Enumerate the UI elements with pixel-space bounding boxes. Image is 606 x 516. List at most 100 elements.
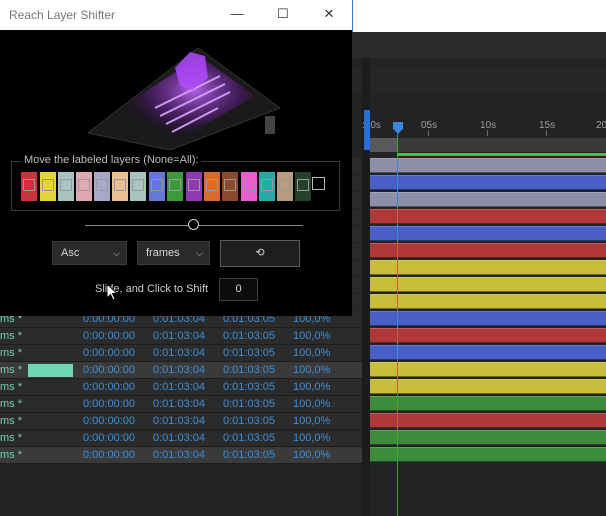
layer-duration-bar[interactable] [370, 294, 606, 309]
work-area-bar[interactable] [370, 138, 606, 152]
label-checkbox[interactable] [114, 179, 126, 191]
layer-duration-bar[interactable] [370, 345, 606, 360]
label-none-checkbox[interactable] [312, 177, 325, 190]
label-checkbox[interactable] [60, 179, 72, 191]
label-swatch-9[interactable] [167, 172, 183, 201]
layer-row[interactable]: ms * 0:00:00:00 0:01:03:04 0:01:03:05 100,0% [0, 396, 362, 413]
label-checkbox[interactable] [206, 179, 218, 191]
layer-stretch[interactable]: 100,0% [293, 447, 330, 464]
label-checkbox[interactable] [188, 179, 200, 191]
layer-duration[interactable]: 0:01:03:05 [223, 328, 275, 345]
label-checkbox[interactable] [279, 179, 291, 191]
layer-duration-bar[interactable] [370, 260, 606, 275]
work-area-start[interactable] [370, 138, 398, 152]
layer-name[interactable]: ms * [0, 379, 22, 396]
layer-row[interactable]: ms * 0:00:00:00 0:01:03:04 0:01:03:05 100,0% [0, 447, 362, 464]
layer-row[interactable]: ms * 0:00:00:00 0:01:03:04 0:01:03:05 100,0% [0, 413, 362, 430]
layer-stretch[interactable]: 100,0% [293, 362, 330, 379]
layer-row[interactable]: ms * 0:00:00:00 0:01:03:04 0:01:03:05 100,0% [0, 328, 362, 345]
layer-in-point[interactable]: 0:00:00:00 [83, 413, 135, 430]
layer-duration-bar[interactable] [370, 447, 606, 462]
layer-in-point[interactable]: 0:00:00:00 [83, 362, 135, 379]
layer-row[interactable]: ms * 0:00:00:00 0:01:03:04 0:01:03:05 100,0% [0, 379, 362, 396]
shift-slider-thumb[interactable] [188, 219, 199, 230]
layer-in-point[interactable]: 0:00:00:00 [83, 328, 135, 345]
layer-out-point[interactable]: 0:01:03:04 [153, 447, 205, 464]
layer-name[interactable]: ms * [0, 328, 22, 345]
label-swatch-16[interactable] [295, 172, 311, 201]
layer-duration-bar[interactable] [370, 158, 606, 173]
maximize-button[interactable]: ☐ [274, 6, 292, 22]
layer-stretch[interactable]: 100,0% [293, 379, 330, 396]
layer-name[interactable]: ms * [0, 430, 22, 447]
layer-duration[interactable]: 0:01:03:05 [223, 413, 275, 430]
layer-duration-bar[interactable] [370, 362, 606, 377]
shift-amount-field[interactable]: 0 [219, 278, 258, 301]
layer-stretch[interactable]: 100,0% [293, 328, 330, 345]
label-checkbox[interactable] [169, 179, 181, 191]
layer-row[interactable]: ms * 0:00:00:00 0:01:03:04 0:01:03:05 100,0% [0, 345, 362, 362]
layer-duration-bar[interactable] [370, 413, 606, 428]
refresh-button[interactable]: ⟲ [220, 240, 300, 267]
layer-in-point[interactable]: 0:00:00:00 [83, 396, 135, 413]
layer-duration-bar[interactable] [370, 209, 606, 224]
layer-duration-bar[interactable] [370, 243, 606, 258]
label-checkbox[interactable] [224, 179, 236, 191]
layer-duration[interactable]: 0:01:03:05 [223, 362, 275, 379]
layer-name[interactable]: ms * [0, 345, 22, 362]
layer-duration-bar[interactable] [370, 379, 606, 394]
title-bar[interactable]: Reach Layer Shifter — ☐ ✕ [0, 0, 352, 30]
layer-out-point[interactable]: 0:01:03:04 [153, 362, 205, 379]
work-area-marker[interactable] [364, 110, 370, 150]
label-swatch-11[interactable] [204, 172, 220, 201]
label-swatch-8[interactable] [149, 172, 165, 201]
layer-duration-bar[interactable] [370, 175, 606, 190]
label-checkbox[interactable] [23, 179, 35, 191]
layer-duration-bar[interactable] [370, 192, 606, 207]
layer-duration[interactable]: 0:01:03:05 [223, 430, 275, 447]
layer-duration-bar[interactable] [370, 328, 606, 343]
label-checkbox[interactable] [132, 179, 144, 191]
label-checkbox[interactable] [78, 179, 90, 191]
layer-out-point[interactable]: 0:01:03:04 [153, 396, 205, 413]
layer-name[interactable]: ms * [0, 396, 22, 413]
layer-duration-bar[interactable] [370, 396, 606, 411]
playhead-line[interactable] [397, 134, 398, 516]
layer-duration[interactable]: 0:01:03:05 [223, 447, 275, 464]
label-swatch-14[interactable] [259, 172, 275, 201]
label-swatch-10[interactable] [186, 172, 202, 201]
layer-out-point[interactable]: 0:01:03:04 [153, 328, 205, 345]
layer-row[interactable]: ms * 0:00:00:00 0:01:03:04 0:01:03:05 100,0% [0, 430, 362, 447]
layer-name[interactable]: ms * [0, 413, 22, 430]
layer-stretch[interactable]: 100,0% [293, 413, 330, 430]
layer-row[interactable]: ms * 0:00:00:00 0:01:03:04 0:01:03:05 100,0% [0, 362, 362, 379]
label-swatch-2[interactable] [40, 172, 56, 201]
layer-in-point[interactable]: 0:00:00:00 [83, 379, 135, 396]
layer-in-point[interactable]: 0:00:00:00 [83, 430, 135, 447]
layer-duration[interactable]: 0:01:03:05 [223, 396, 275, 413]
label-swatch-15[interactable] [277, 172, 293, 201]
layer-out-point[interactable]: 0:01:03:04 [153, 430, 205, 447]
label-swatch-3[interactable] [58, 172, 74, 201]
close-button[interactable]: ✕ [320, 6, 338, 22]
layer-stretch[interactable]: 100,0% [293, 396, 330, 413]
label-swatch-5[interactable] [94, 172, 110, 201]
layer-duration-bar[interactable] [370, 277, 606, 292]
order-dropdown[interactable]: Asc ⌵ [52, 241, 127, 265]
label-checkbox[interactable] [261, 179, 273, 191]
layer-name[interactable]: ms * [0, 362, 22, 379]
layer-name[interactable]: ms * [0, 447, 22, 464]
label-checkbox[interactable] [96, 179, 108, 191]
minimize-button[interactable]: — [228, 6, 246, 22]
layer-out-point[interactable]: 0:01:03:04 [153, 345, 205, 362]
label-swatch-7[interactable] [130, 172, 146, 201]
layer-stretch[interactable]: 100,0% [293, 345, 330, 362]
layer-duration[interactable]: 0:01:03:05 [223, 379, 275, 396]
layer-out-point[interactable]: 0:01:03:04 [153, 413, 205, 430]
layer-duration-bar[interactable] [370, 311, 606, 326]
label-checkbox[interactable] [151, 179, 163, 191]
layer-duration[interactable]: 0:01:03:05 [223, 345, 275, 362]
layer-in-point[interactable]: 0:00:00:00 [83, 447, 135, 464]
label-swatch-12[interactable] [222, 172, 238, 201]
layer-out-point[interactable]: 0:01:03:04 [153, 379, 205, 396]
